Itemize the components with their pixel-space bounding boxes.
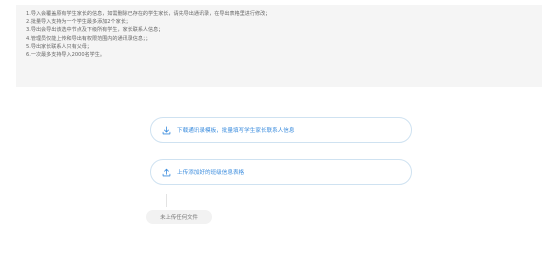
download-icon	[161, 125, 171, 135]
import-contacts-page: 1.导入会覆盖原有学生家长的信息，如需删除已存在的学生家长，请先导出通讯录，在导…	[0, 0, 554, 256]
import-instructions-panel: 1.导入会覆盖原有学生家长的信息，如需删除已存在的学生家长，请先导出通讯录，在导…	[16, 5, 542, 87]
instruction-line-5: 5.导出家长联系人只有父母；	[26, 43, 92, 50]
instruction-line-3: 3.导出会导出该选中节点及下级所有学生，家长联系人信息；	[26, 27, 164, 34]
upload-status-text: 未上传任何文件	[160, 215, 198, 221]
instruction-line-4: 4.管理员仅能上传和导出有权限范围内的通讯录信息；；	[26, 35, 151, 42]
download-template-label: 下载通讯录模板，批量填写学生家长联系人信息	[177, 128, 295, 134]
upload-file-button[interactable]: 上传添加好的班级信息表格	[150, 159, 412, 185]
instruction-line-6: 6.一次最多支持导入2000名学生。	[26, 52, 105, 59]
status-connector-line	[166, 194, 167, 207]
instruction-line-2: 2.批量导入支持为一个学生最多添加2个家长；	[26, 19, 131, 26]
upload-file-label: 上传添加好的班级信息表格	[177, 170, 245, 176]
upload-icon	[161, 167, 171, 177]
download-template-button[interactable]: 下载通讯录模板，批量填写学生家长联系人信息	[150, 117, 412, 143]
instruction-line-1: 1.导入会覆盖原有学生家长的信息，如需删除已存在的学生家长，请先导出通讯录，在导…	[26, 11, 271, 17]
upload-status-badge: 未上传任何文件	[146, 210, 212, 224]
